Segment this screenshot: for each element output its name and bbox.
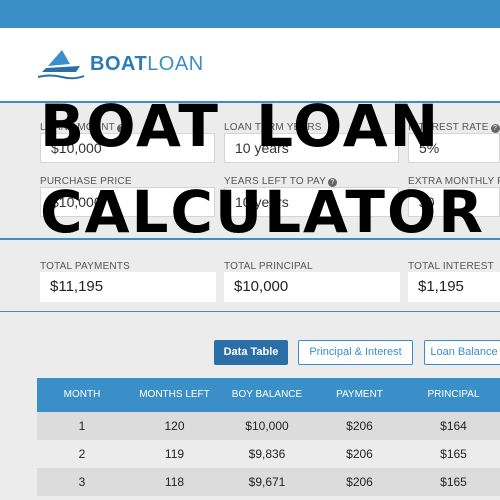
help-icon[interactable]: ? [327, 178, 337, 187]
extra-monthly-pay-input[interactable]: $0 [408, 187, 500, 217]
column-header-payment[interactable]: PAYMENT [312, 378, 407, 412]
top-bar [0, 0, 500, 28]
logo-text: BOATLOAN [90, 53, 204, 76]
tab-loan-balance[interactable]: Loan Balance [424, 340, 500, 365]
interest-rate-input[interactable]: 5% [408, 133, 500, 163]
total-payments-value: $11,195 [40, 272, 216, 302]
column-header-boy-balance[interactable]: BOY BALANCE [222, 378, 312, 412]
cell-payment: $206 [346, 419, 373, 433]
cell-principal: $165 [440, 475, 467, 489]
page: BOATLOAN LOAN AMOUNT? $10,000 LOAN TERM … [0, 0, 500, 500]
cell-boy-balance: $10,000 [245, 419, 289, 433]
loan-inputs: LOAN AMOUNT? $10,000 LOAN TERM YEARS 10 … [0, 105, 500, 240]
cell-month: 1 [78, 419, 86, 433]
column-header-principal[interactable]: PRINCIPAL [407, 378, 500, 412]
cell-months-left: 119 [164, 447, 185, 461]
cell-months-left: 118 [164, 475, 185, 489]
boat-icon [37, 50, 85, 80]
total-principal-value: $10,000 [224, 272, 400, 302]
help-icon[interactable]: ? [117, 124, 126, 133]
loan-amount-label: LOAN AMOUNT? [40, 122, 126, 133]
cell-principal: $164 [440, 419, 467, 433]
cell-payment: $206 [346, 475, 373, 489]
cell-months-left: 120 [164, 419, 185, 433]
amortization-table: MONTH MONTHS LEFT BOY BALANCE PAYMENT PR… [37, 378, 500, 496]
table-header: MONTH MONTHS LEFT BOY BALANCE PAYMENT PR… [37, 378, 500, 412]
logo-text-bold: BOAT [90, 52, 148, 75]
tab-data-table[interactable]: Data Table [214, 340, 288, 365]
extra-monthly-pay-label: EXTRA MONTHLY PAY [408, 176, 500, 187]
logo[interactable]: BOATLOAN [36, 46, 204, 82]
table-row: 3 118 $9,671 $206 $165 [37, 468, 500, 496]
help-icon[interactable]: ? [490, 124, 500, 133]
total-principal-label: TOTAL PRINCIPAL [224, 261, 313, 272]
loan-term-select[interactable]: 10 years [224, 133, 399, 163]
cell-boy-balance: $9,836 [248, 447, 286, 461]
loan-results: TOTAL PAYMENTS $11,195 TOTAL PRINCIPAL $… [0, 242, 500, 312]
interest-rate-label: INTEREST RATE? [408, 122, 500, 133]
years-left-select[interactable]: 10 years [224, 187, 399, 217]
loan-term-label: LOAN TERM YEARS [224, 122, 322, 133]
total-interest-value: $1,195 [408, 272, 500, 302]
column-header-months-left[interactable]: MONTHS LEFT [127, 378, 222, 412]
table-row: 2 119 $9,836 $206 $165 [37, 440, 500, 468]
total-interest-label: TOTAL INTEREST [408, 261, 494, 272]
years-left-label: YEARS LEFT TO PAY? [224, 176, 337, 187]
header: BOATLOAN [0, 28, 500, 103]
loan-amount-input[interactable]: $10,000 [40, 133, 215, 163]
cell-boy-balance: $9,671 [248, 475, 286, 489]
column-header-month[interactable]: MONTH [37, 378, 127, 412]
logo-text-light: LOAN [147, 52, 204, 75]
cell-month: 3 [78, 475, 86, 489]
purchase-price-input[interactable]: $10,000 [40, 187, 215, 217]
tab-principal-interest[interactable]: Principal & Interest [298, 340, 413, 365]
view-tabs: Data Table Principal & Interest Loan Bal… [0, 340, 500, 366]
cell-month: 2 [78, 447, 86, 461]
total-payments-label: TOTAL PAYMENTS [40, 261, 131, 272]
cell-principal: $165 [440, 447, 467, 461]
purchase-price-label: PURCHASE PRICE [40, 176, 132, 187]
cell-payment: $206 [346, 447, 373, 461]
table-row: 1 120 $10,000 $206 $164 [37, 412, 500, 440]
